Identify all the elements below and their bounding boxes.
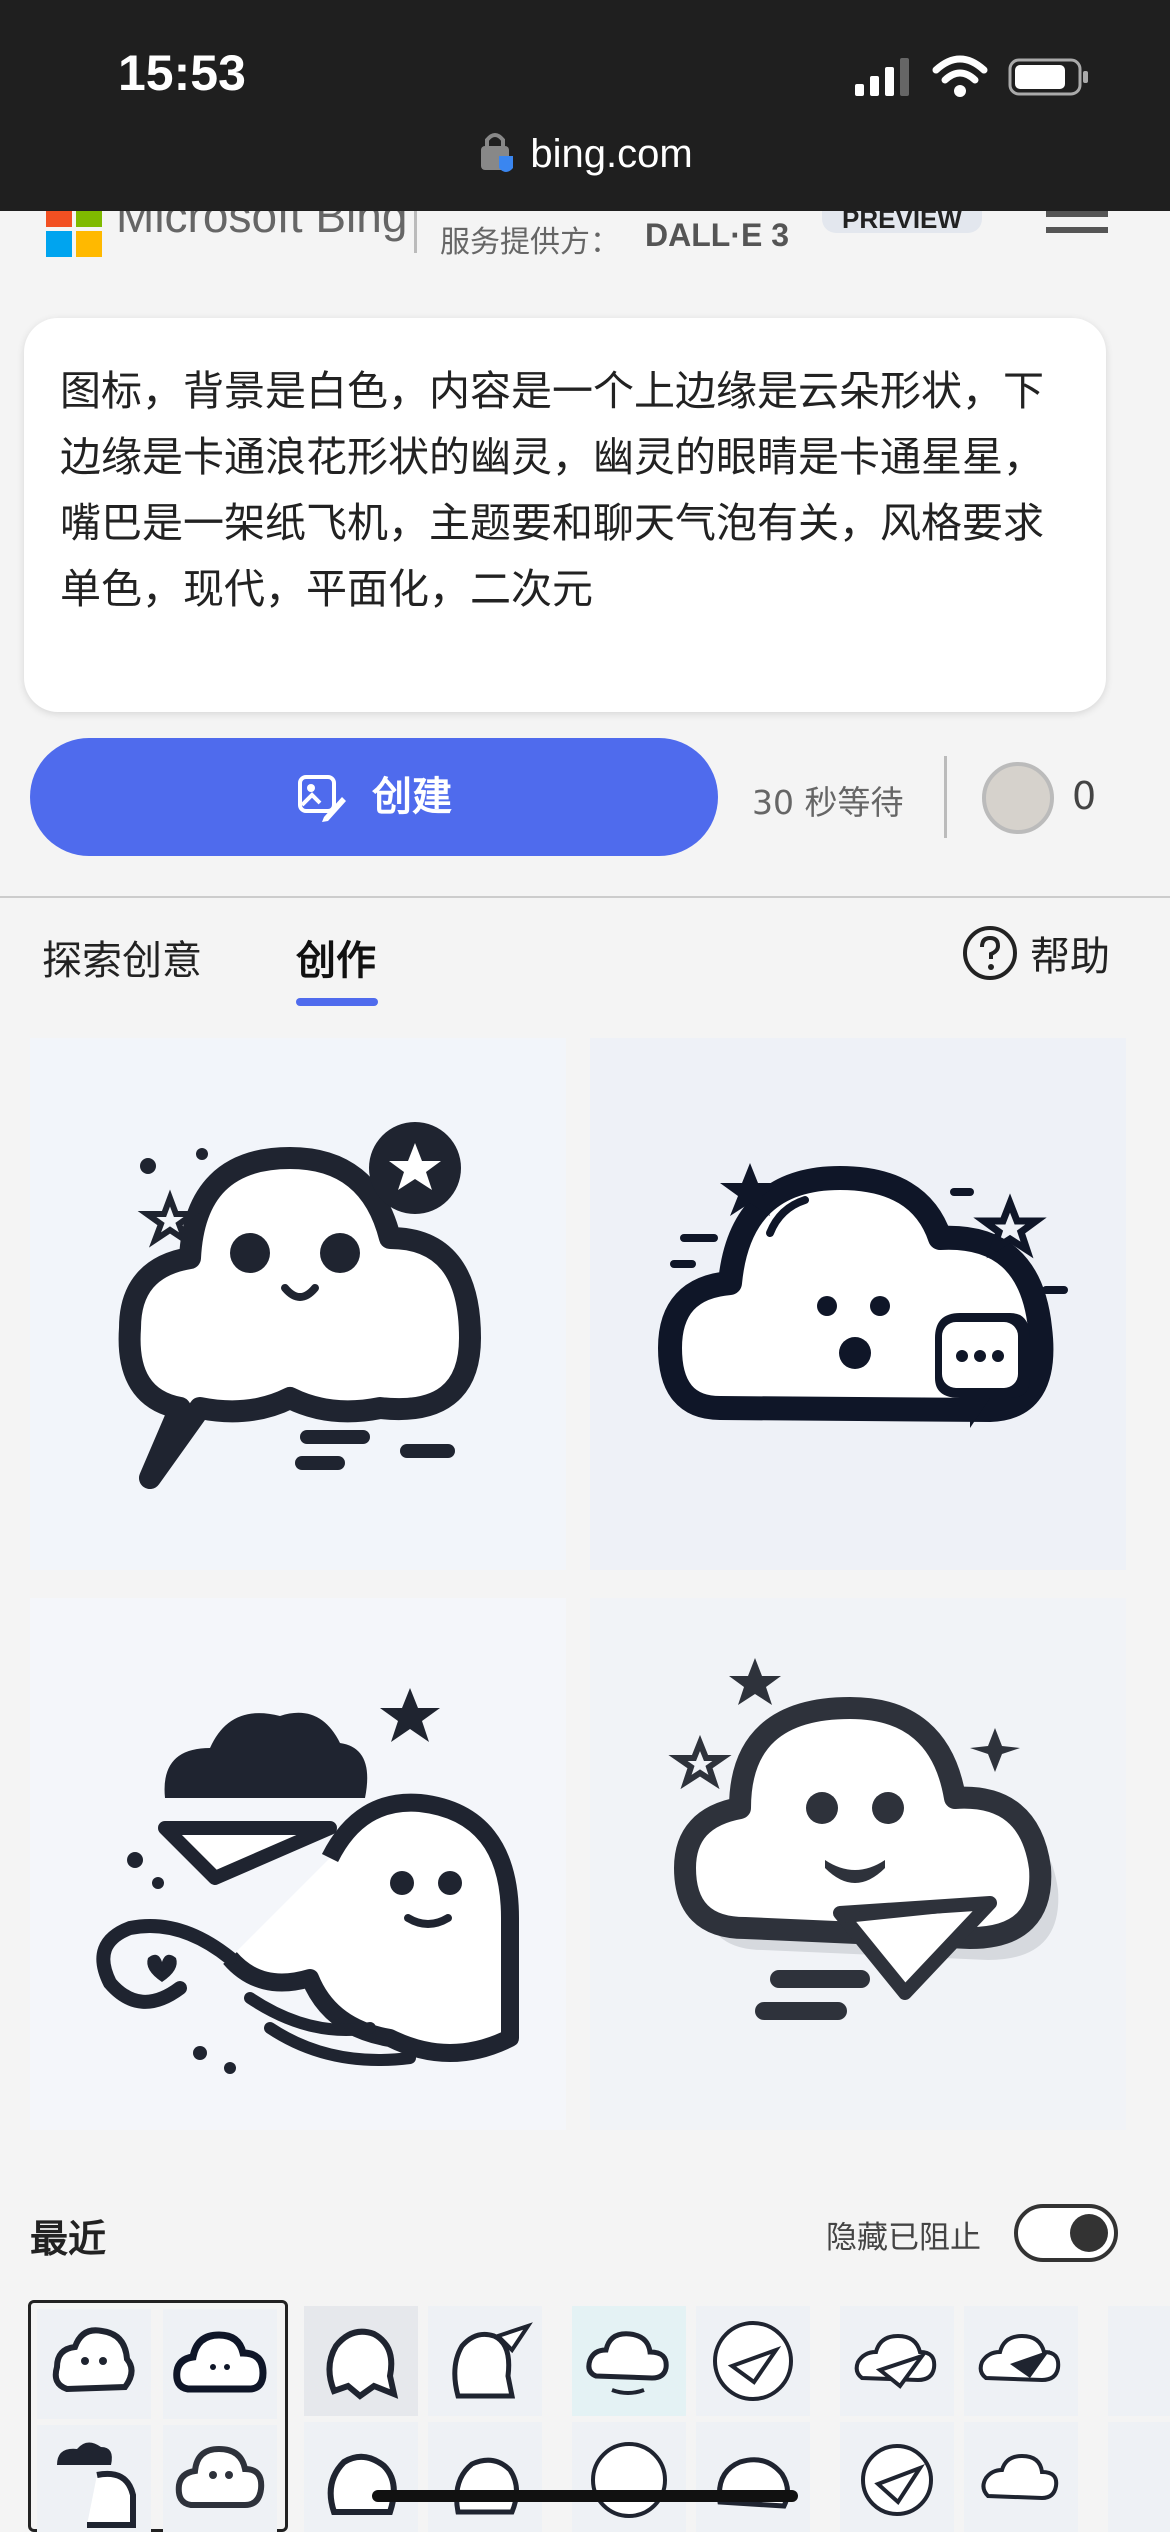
active-tab-indicator [296,998,378,1006]
thumbnail [37,2309,151,2419]
thumbnail [696,2306,810,2416]
home-indicator[interactable] [372,2490,798,2502]
thumbnail [37,2425,151,2532]
status-bar: 15:53 bing.com [0,0,1170,211]
wait-text: 30 秒等待 [752,783,904,822]
ghost-paper-plane-icon [96,1688,519,2074]
cloud-face-chat-bubble-icon [658,1163,1068,1428]
create-button[interactable]: 创建 [30,738,718,856]
address-bar[interactable]: bing.com [0,130,1170,190]
prompt-input[interactable]: 图标，背景是白色，内容是一个上边缘是云朵形状，下边缘是卡通浪花形状的幽灵，幽灵的… [24,318,1106,712]
tab-create[interactable]: 创作 [296,928,376,986]
provider-name: DALL·E 3 [645,217,789,253]
brand-name[interactable]: Microsoft Bing [116,211,407,243]
thumbnail [163,2309,277,2419]
help-label: 帮助 [1030,934,1110,980]
thumbnail [696,2422,810,2532]
thumbnail [840,2306,954,2416]
thumbnail [572,2422,686,2532]
hide-blocked-label: 隐藏已阻止 [826,2220,981,2256]
help-button[interactable]: 帮助 [962,924,1110,984]
thumbnail [572,2306,686,2416]
thumbnail [1108,2306,1170,2416]
thumbnail [304,2422,418,2532]
hamburger-menu-icon[interactable] [1046,211,1108,247]
tab-explore[interactable]: 探索创意 [42,928,202,986]
generated-image-4[interactable] [590,1598,1126,2130]
toggle-knob [1070,2214,1108,2252]
boost-count: 0 [1072,774,1097,818]
generated-image-2[interactable] [590,1038,1126,1570]
help-icon [963,926,1017,980]
recent-set-1[interactable] [28,2300,288,2532]
thumbnail [428,2422,542,2532]
clock: 15:53 [118,45,246,101]
lock-icon [481,133,514,172]
hide-blocked-toggle[interactable] [1014,2204,1118,2262]
provider-label: 服务提供方： [440,225,620,260]
wifi-icon [932,55,988,97]
recent-title: 最近 [30,2217,107,2261]
thumbnail [304,2306,418,2416]
create-label: 创建 [372,774,452,820]
ghost-cloud-speech-bubble-icon [118,1122,481,1489]
battery-icon [1008,58,1088,96]
generated-image-1[interactable] [30,1038,566,1570]
thumbnail [840,2422,954,2532]
thumbnail [1108,2422,1170,2532]
bing-header: Microsoft Bing 服务提供方： DALL·E 3 PREVIEW [0,211,1170,271]
thumbnail [964,2422,1078,2532]
thumbnail [163,2425,277,2532]
recent-set-4[interactable] [840,2300,1092,2532]
cellular-signal-icon [855,58,909,96]
cloud-ghost-paper-plane-icon [668,1658,1059,2020]
generated-image-3[interactable] [30,1598,566,2130]
boost-coin-icon[interactable] [982,762,1054,834]
divider [944,756,947,838]
preview-badge: PREVIEW [822,211,982,234]
header-divider [414,211,417,253]
section-divider [0,896,1170,898]
microsoft-logo-icon [46,211,102,257]
image-create-icon [298,775,346,822]
url-text: bing.com [530,131,693,176]
thumbnail [428,2306,542,2416]
thumbnail [964,2306,1078,2416]
recent-set-5[interactable] [1108,2300,1170,2532]
